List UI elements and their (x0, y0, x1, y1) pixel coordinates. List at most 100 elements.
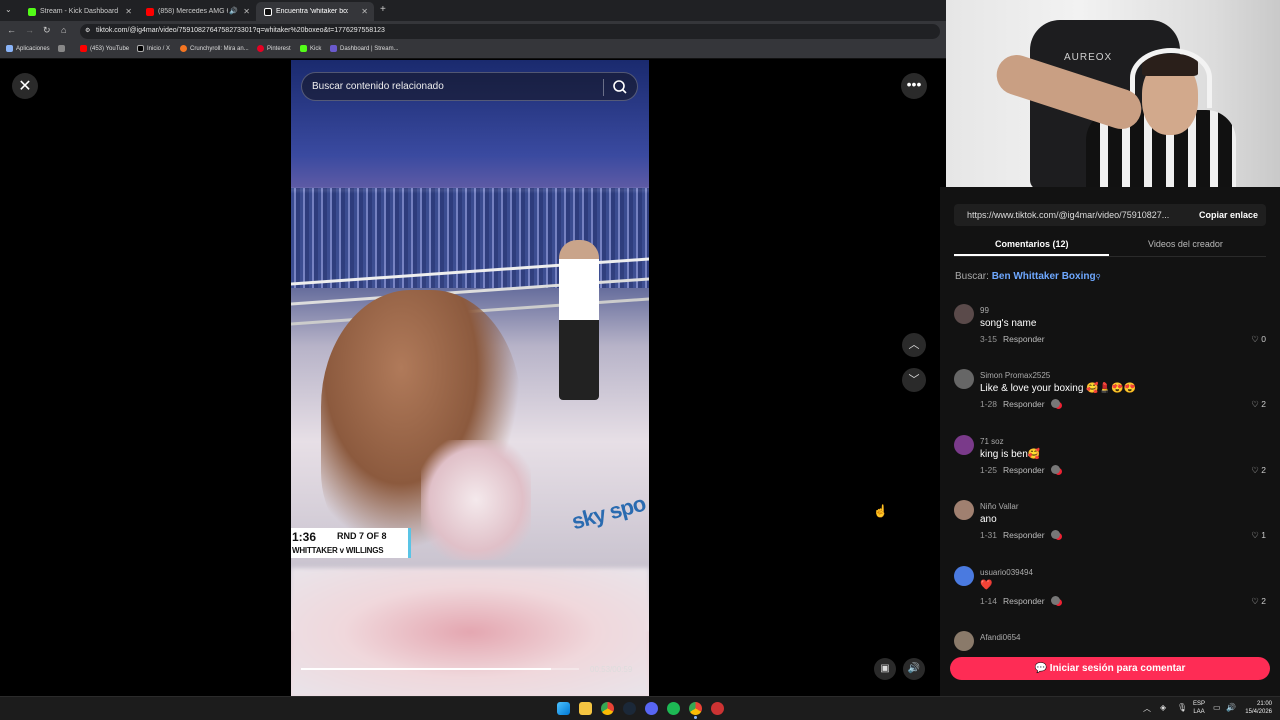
related-search-input[interactable]: Buscar contenido relacionado (301, 72, 638, 101)
comment-username[interactable]: Niño Vallar (980, 502, 1019, 511)
bookmark-label: Aplicaciones (16, 45, 50, 52)
url-field[interactable]: ⚙ tiktok.com/@ig4mar/video/7591082764758… (80, 24, 940, 39)
video-referee (559, 240, 599, 400)
avatar[interactable] (954, 631, 974, 651)
search-icon[interactable] (612, 79, 628, 95)
comment-username[interactable]: 99 (980, 306, 989, 315)
avatar[interactable] (954, 304, 974, 324)
monitor-icon[interactable]: ▭ (1213, 703, 1221, 712)
close-tab-icon[interactable]: ✕ (243, 7, 250, 16)
file-explorer-icon[interactable] (579, 702, 592, 715)
browser-tab-youtube[interactable]: (858) Mercedes AMG 63 V8 4.0 🔊 ✕ (138, 2, 256, 21)
video-blur-region (291, 568, 649, 696)
video-boxer-shorts (421, 440, 531, 560)
tray-network-icon[interactable]: 🎙 (1177, 703, 1187, 712)
discord-icon[interactable] (645, 702, 658, 715)
like-button[interactable]: ♡ 2 (1251, 596, 1266, 607)
tray-app-icon[interactable]: ◈ (1160, 703, 1166, 712)
comment-meta: 1-28 Responder (980, 399, 1060, 409)
comment-date: 1-31 (980, 530, 998, 540)
back-icon[interactable]: ← (7, 25, 16, 35)
comment-text: king is ben🥰 (980, 449, 1041, 460)
bookmark-apps[interactable]: Aplicaciones (6, 45, 50, 52)
search-keyword[interactable]: Ben Whittaker Boxing (992, 271, 1096, 282)
reload-icon[interactable]: ↻ (43, 25, 51, 36)
browser-tab-kick[interactable]: Stream - Kick Dashboard ✕ (20, 2, 138, 21)
more-options-button[interactable]: ••• (901, 73, 927, 99)
bookmark-label: Kick (310, 45, 322, 52)
tab-creator-videos[interactable]: Videos del creador (1148, 239, 1223, 249)
previous-video-button[interactable]: ︿ (902, 333, 926, 357)
comment-username[interactable]: 71 soz (980, 437, 1004, 446)
avatar[interactable] (954, 369, 974, 389)
bookmark-grid[interactable] (58, 45, 68, 52)
like-button[interactable]: ♡ 2 (1251, 465, 1266, 476)
new-tab-button[interactable]: + (380, 4, 386, 15)
avatar[interactable] (954, 435, 974, 455)
tiktok-icon (264, 7, 272, 16)
app-icon[interactable] (711, 702, 724, 715)
pinterest-icon (257, 45, 264, 52)
close-viewer-button[interactable]: ✕ (12, 73, 38, 99)
close-tab-icon[interactable]: ✕ (125, 7, 132, 16)
steam-icon[interactable] (623, 702, 636, 715)
bookmark-youtube[interactable]: (453) YouTube (80, 45, 129, 52)
tray-chevron-icon[interactable]: ︿ (1143, 703, 1151, 714)
reply-button[interactable]: Responder (1003, 530, 1045, 540)
video-player[interactable]: sky spo 1:36 RND 7 OF 8 WHITTAKER v WILL… (291, 60, 649, 696)
reply-button[interactable]: Responder (1003, 465, 1045, 475)
comment-date: 3-15 (980, 334, 998, 344)
youtube-icon (80, 45, 87, 52)
bookmark-pinterest[interactable]: Pinterest (257, 45, 291, 52)
heart-icon: ♡ (1251, 399, 1262, 409)
creator-liked-icon (1050, 465, 1060, 474)
browser-tab-tiktok[interactable]: Encuentra 'whitaker boxeo' ✕ (256, 2, 374, 21)
like-button[interactable]: ♡ 1 (1251, 530, 1266, 541)
comment-item: usuario039494 ❤️ 1-14 Responder ♡ 2 (954, 566, 1266, 622)
search-suggestion[interactable]: Buscar: Ben Whittaker Boxing⚲ (955, 271, 1101, 282)
comment-username[interactable]: Afandi0654 (980, 633, 1020, 642)
like-button[interactable]: ♡ 2 (1251, 399, 1266, 410)
share-link[interactable]: https://www.tiktok.com/@ig4mar/video/759… (967, 210, 1169, 220)
reply-button[interactable]: Responder (1003, 399, 1045, 409)
dashboard-icon (330, 45, 337, 52)
reply-button[interactable]: Responder (1003, 596, 1045, 606)
avatar[interactable] (954, 566, 974, 586)
avatar[interactable] (954, 500, 974, 520)
video-progress-bar[interactable] (301, 668, 579, 670)
chrome-active-icon[interactable] (689, 702, 702, 715)
creator-liked-icon (1050, 596, 1060, 605)
tab-comments[interactable]: Comentarios (12) (995, 239, 1069, 249)
windows-taskbar: ︿ ◈ 🎙 ESP LAA ▭ 🔊 21:00 15/4/2026 (0, 696, 1280, 720)
bookmark-crunchyroll[interactable]: Crunchyroll: Mira an... (180, 45, 249, 52)
comment-username[interactable]: Simon Promax2525 (980, 371, 1050, 380)
home-icon[interactable]: ⌂ (61, 25, 66, 35)
like-button[interactable]: ♡ 0 (1251, 334, 1266, 345)
bookmark-x[interactable]: Inicio / X (137, 45, 170, 52)
spotify-icon[interactable] (667, 702, 680, 715)
comment-date: 1-28 (980, 399, 998, 409)
reply-button[interactable]: Responder (1003, 334, 1045, 344)
close-tab-icon[interactable]: ✕ (361, 7, 368, 16)
volume-button[interactable]: 🔊 (903, 658, 925, 680)
bookmark-dashboard[interactable]: Dashboard | Stream... (330, 45, 399, 52)
tab-search-icon[interactable]: ⌄ (5, 5, 12, 14)
share-link-row: https://www.tiktok.com/@ig4mar/video/759… (954, 204, 1266, 226)
chrome-icon[interactable] (601, 702, 614, 715)
comment-text: ❤️ (980, 580, 993, 591)
start-icon[interactable] (557, 702, 570, 715)
site-info-icon[interactable]: ⚙ (85, 27, 90, 34)
comment-meta: 3-15 Responder (980, 334, 1045, 344)
comment-username[interactable]: usuario039494 (980, 568, 1033, 577)
next-video-button[interactable]: ﹀ (902, 368, 926, 392)
floating-player-button[interactable]: ▣ (874, 658, 896, 680)
login-to-comment-button[interactable]: 💬 Iniciar sesión para comentar (950, 657, 1270, 680)
like-count: 0 (1261, 334, 1266, 344)
forward-icon[interactable]: → (25, 25, 34, 35)
volume-tray-icon[interactable]: 🔊 (1226, 703, 1236, 712)
bookmark-kick[interactable]: Kick (300, 45, 321, 52)
tab-label: Encuentra 'whitaker boxeo' (276, 8, 348, 15)
copy-link-button[interactable]: Copiar enlace (1199, 210, 1258, 220)
clock[interactable]: 21:00 15/4/2026 (1245, 700, 1272, 716)
language-indicator[interactable]: ESP LAA (1193, 700, 1205, 716)
